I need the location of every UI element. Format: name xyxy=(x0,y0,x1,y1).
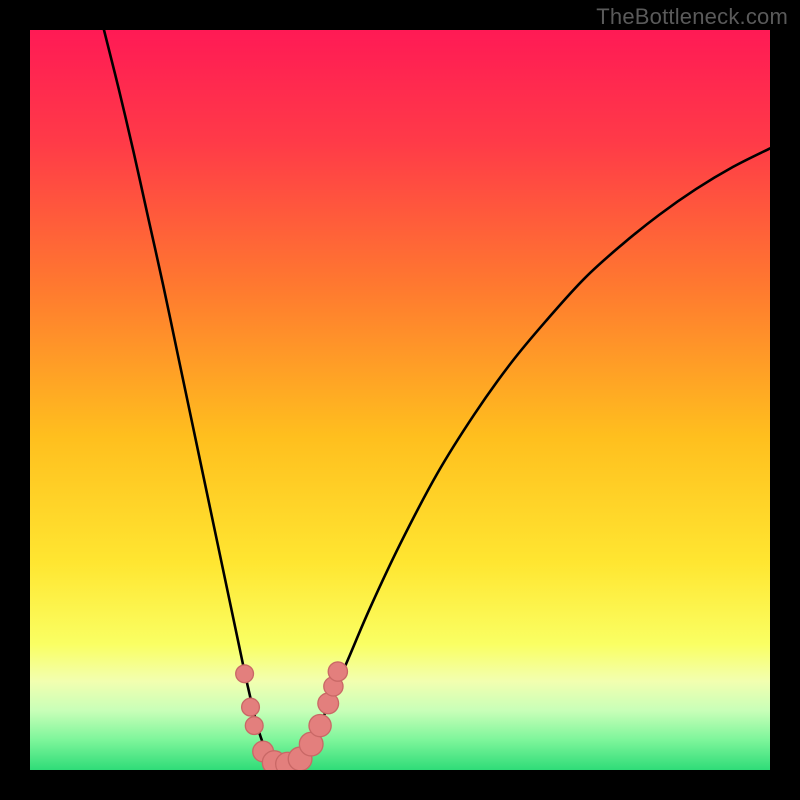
data-dot xyxy=(328,662,347,681)
gradient-background xyxy=(30,30,770,770)
chart-frame: TheBottleneck.com xyxy=(0,0,800,800)
data-dot xyxy=(236,665,254,683)
bottleneck-chart xyxy=(30,30,770,770)
data-dot xyxy=(245,717,263,735)
data-dot xyxy=(242,698,260,716)
watermark-text: TheBottleneck.com xyxy=(596,4,788,30)
plot-area xyxy=(30,30,770,770)
data-dot xyxy=(309,715,331,737)
